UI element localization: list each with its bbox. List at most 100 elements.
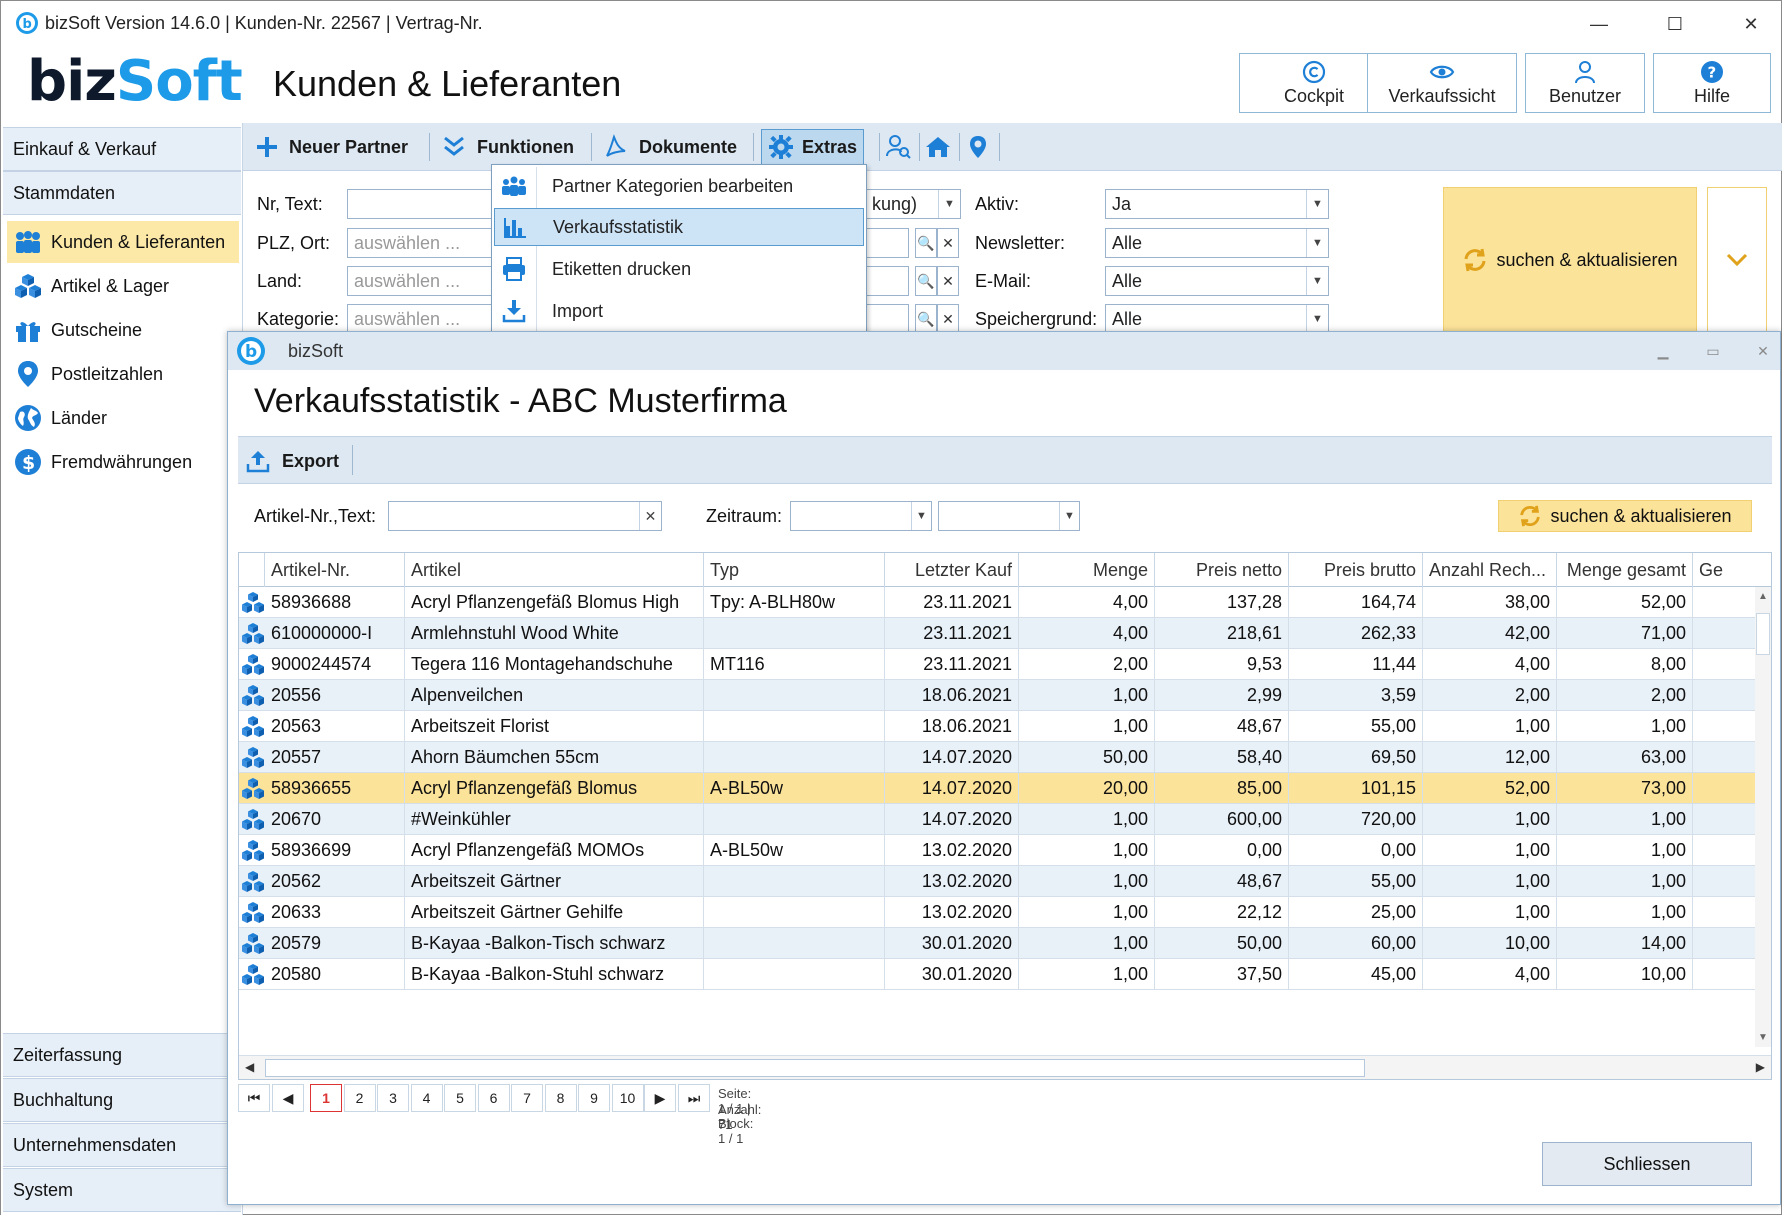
- search-icon[interactable]: 🔍: [915, 266, 937, 296]
- speichergrund-select[interactable]: Alle ▼: [1105, 304, 1329, 334]
- vertical-scroll-thumb[interactable]: [1756, 613, 1770, 655]
- column-header-menge-gesamt[interactable]: Menge gesamt: [1557, 553, 1693, 587]
- functions-button[interactable]: Funktionen: [437, 129, 580, 165]
- contact-search-icon[interactable]: [881, 131, 915, 163]
- clear-icon[interactable]: ✕: [639, 502, 661, 530]
- horizontal-scrollbar[interactable]: ◀ ▶: [239, 1055, 1771, 1079]
- sidebar-item-gutscheine[interactable]: Gutscheine: [7, 309, 239, 351]
- newsletter-select[interactable]: Alle ▼: [1105, 228, 1329, 258]
- close-window-button[interactable]: ✕: [1731, 7, 1771, 41]
- sidebar-section-system[interactable]: System: [3, 1168, 241, 1212]
- article-filter-input[interactable]: ✕: [388, 501, 662, 531]
- table-row[interactable]: 20556 Alpenveilchen 18.06.2021 1,00 2,99 3,59…: [239, 680, 1757, 711]
- period-to-select[interactable]: ▼: [938, 501, 1080, 531]
- pager-first-button[interactable]: ⏮: [238, 1084, 270, 1112]
- table-row[interactable]: 20670 #Weinkühler 14.07.2020 1,00 600,00 720,…: [239, 804, 1757, 835]
- column-header-artikel-nr[interactable]: Artikel-Nr.: [265, 553, 405, 587]
- column-header-preis-netto[interactable]: Preis netto: [1155, 553, 1289, 587]
- sidebar-item-fremdwaehrungen[interactable]: $ Fremdwährungen: [7, 441, 239, 483]
- sidebar-section-einkauf-verkauf[interactable]: Einkauf & Verkauf: [3, 127, 241, 171]
- column-header-anzahl-rechnungen[interactable]: Anzahl Rech...: [1423, 553, 1557, 587]
- sidebar-section-zeiterfassung[interactable]: Zeiterfassung: [3, 1033, 241, 1077]
- verkaufssicht-button[interactable]: Verkaufssicht: [1367, 53, 1517, 113]
- pager-page-1[interactable]: 1: [310, 1084, 342, 1112]
- benutzer-button[interactable]: Benutzer: [1525, 53, 1645, 113]
- pager-page-6[interactable]: 6: [477, 1084, 510, 1112]
- sidebar-section-unternehmensdaten[interactable]: Unternehmensdaten: [3, 1123, 241, 1167]
- search-icon[interactable]: 🔍: [915, 304, 937, 334]
- pager-next-button[interactable]: ▶: [644, 1084, 676, 1112]
- plz-ort-input[interactable]: auswählen ...: [347, 228, 497, 258]
- schliessen-button[interactable]: Schliessen: [1542, 1142, 1752, 1186]
- location-pin-icon[interactable]: [961, 131, 995, 163]
- sort-select[interactable]: kung) ▼: [865, 189, 961, 219]
- table-row[interactable]: 20557 Ahorn Bäumchen 55cm 14.07.2020 50,00 5…: [239, 742, 1757, 773]
- column-header-letzter-kauf[interactable]: Letzter Kauf: [885, 553, 1019, 587]
- table-row[interactable]: 20580 B-Kayaa -Balkon-Stuhl schwarz 30.01.…: [239, 959, 1757, 990]
- menu-item-import[interactable]: Import: [494, 292, 864, 330]
- kategorie-extra-input[interactable]: [865, 304, 909, 334]
- land-extra-input[interactable]: [865, 266, 909, 296]
- sidebar-item-artikel-lager[interactable]: Artikel & Lager: [7, 265, 239, 307]
- extras-button[interactable]: Extras: [761, 129, 865, 165]
- kategorie-input[interactable]: auswählen ...: [347, 304, 497, 334]
- dialog-minimize-button[interactable]: ▁: [1648, 338, 1678, 364]
- clear-icon[interactable]: ✕: [937, 266, 959, 296]
- plz-ort-extra-input[interactable]: [865, 228, 909, 258]
- table-row[interactable]: 58936699 Acryl Pflanzengefäß MOMOs A-BL50w…: [239, 835, 1757, 866]
- clear-icon[interactable]: ✕: [937, 304, 959, 334]
- sidebar-item-laender[interactable]: Länder: [7, 397, 239, 439]
- dialog-maximize-button[interactable]: ▭: [1698, 338, 1728, 364]
- pager-page-10[interactable]: 10: [611, 1084, 644, 1112]
- horizontal-scroll-thumb[interactable]: [265, 1059, 1365, 1077]
- search-refresh-button[interactable]: suchen & aktualisieren: [1443, 187, 1697, 333]
- new-partner-button[interactable]: Neuer Partner: [249, 129, 414, 165]
- pager-page-8[interactable]: 8: [544, 1084, 577, 1112]
- table-row[interactable]: 58936688 Acryl Pflanzengefäß Blomus High T…: [239, 587, 1757, 618]
- pager-page-2[interactable]: 2: [343, 1084, 376, 1112]
- hilfe-button[interactable]: ? Hilfe: [1653, 53, 1771, 113]
- land-input[interactable]: auswählen ...: [347, 266, 497, 296]
- pager-page-5[interactable]: 5: [444, 1084, 476, 1112]
- aktiv-select[interactable]: Ja ▼: [1105, 189, 1329, 219]
- period-from-select[interactable]: ▼: [790, 501, 932, 531]
- minimize-button[interactable]: —: [1579, 7, 1619, 41]
- pager-page-7[interactable]: 7: [511, 1084, 543, 1112]
- vertical-scrollbar[interactable]: ▲ ▼: [1755, 587, 1771, 1047]
- dialog-close-button[interactable]: ✕: [1748, 338, 1778, 364]
- home-icon[interactable]: [921, 131, 955, 163]
- table-row[interactable]: 58936655 Acryl Pflanzengefäß Blomus A-BL50…: [239, 773, 1757, 804]
- pager-page-9[interactable]: 9: [578, 1084, 610, 1112]
- sidebar-section-stammdaten[interactable]: Stammdaten: [3, 171, 241, 215]
- table-row[interactable]: 20579 B-Kayaa -Balkon-Tisch schwarz 30.01.…: [239, 928, 1757, 959]
- pager-last-button[interactable]: ⏭: [678, 1084, 710, 1112]
- sidebar-section-buchhaltung[interactable]: Buchhaltung: [3, 1078, 241, 1122]
- pager-prev-button[interactable]: ◀: [272, 1084, 304, 1112]
- column-header-artikel[interactable]: Artikel: [405, 553, 704, 587]
- menu-item-etiketten-drucken[interactable]: Etiketten drucken: [494, 250, 864, 288]
- column-header-menge[interactable]: Menge: [1019, 553, 1155, 587]
- table-row[interactable]: 610000000-I Armlehnstuhl Wood White 23.11.…: [239, 618, 1757, 649]
- sidebar-item-postleitzahlen[interactable]: Postleitzahlen: [7, 353, 239, 395]
- sidebar-item-kunden-lieferanten[interactable]: Kunden & Lieferanten: [7, 221, 239, 263]
- nr-text-input[interactable]: [347, 189, 497, 219]
- dialog-search-refresh-button[interactable]: suchen & aktualisieren: [1498, 500, 1752, 532]
- menu-item-partner-kategorien[interactable]: Partner Kategorien bearbeiten: [494, 167, 864, 205]
- table-row[interactable]: 20562 Arbeitszeit Gärtner 13.02.2020 1,00 48…: [239, 866, 1757, 897]
- menu-item-verkaufsstatistik[interactable]: Verkaufsstatistik: [494, 208, 864, 246]
- pager-page-4[interactable]: 4: [410, 1084, 443, 1112]
- table-row[interactable]: 20633 Arbeitszeit Gärtner Gehilfe 13.02.20…: [239, 897, 1757, 928]
- column-header-preis-brutto[interactable]: Preis brutto: [1289, 553, 1423, 587]
- column-header-typ[interactable]: Typ: [704, 553, 885, 587]
- export-button[interactable]: Export: [246, 445, 339, 477]
- email-select[interactable]: Alle ▼: [1105, 266, 1329, 296]
- documents-button[interactable]: Dokumente: [597, 129, 743, 165]
- clear-icon[interactable]: ✕: [937, 228, 959, 258]
- table-row[interactable]: 9000244574 Tegera 116 Montagehandschuhe MT…: [239, 649, 1757, 680]
- expand-filter-button[interactable]: [1707, 187, 1767, 333]
- column-header-ge[interactable]: Ge: [1693, 553, 1771, 587]
- maximize-button[interactable]: ☐: [1655, 7, 1695, 41]
- search-icon[interactable]: 🔍: [915, 228, 937, 258]
- pager-page-3[interactable]: 3: [377, 1084, 409, 1112]
- table-row[interactable]: 20563 Arbeitszeit Florist 18.06.2021 1,00 48…: [239, 711, 1757, 742]
